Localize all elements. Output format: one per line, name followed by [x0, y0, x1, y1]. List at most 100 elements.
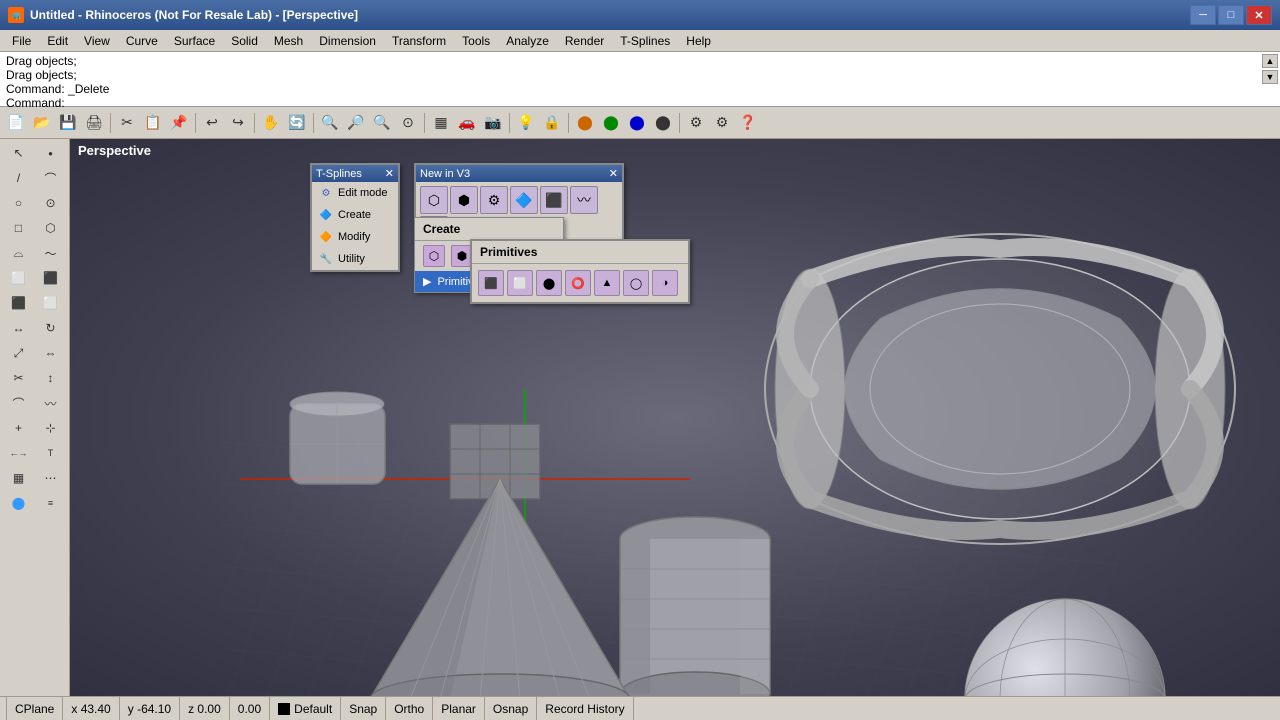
statusbar-snap[interactable]: Snap	[341, 697, 386, 720]
open-button[interactable]: 📂	[30, 111, 54, 135]
settings-button[interactable]: ⚙	[684, 111, 708, 135]
redo-button[interactable]: ↪	[226, 111, 250, 135]
circle3-button[interactable]: ⬤	[625, 111, 649, 135]
prim-icon-box[interactable]: ⬛	[478, 270, 504, 296]
circle-button[interactable]: ○	[4, 191, 34, 215]
newv3-icon-5[interactable]: ⬛	[540, 186, 568, 214]
move-button[interactable]: ↔	[4, 316, 34, 340]
prim-icon-torus[interactable]: ◯	[623, 270, 649, 296]
minimize-button[interactable]: ─	[1190, 5, 1216, 25]
select-button[interactable]: ↖	[4, 141, 34, 165]
circle4-button[interactable]: ⬤	[651, 111, 675, 135]
lock-button[interactable]: 🔒	[540, 111, 564, 135]
menu-file[interactable]: File	[4, 32, 39, 50]
solid-button[interactable]: ⬛	[4, 291, 34, 315]
rotate3d-button[interactable]: ↻	[36, 316, 66, 340]
tsplines-close-button[interactable]: ✕	[385, 167, 394, 180]
tsplines-create-item[interactable]: 🔷 Create	[312, 204, 398, 226]
fillet-button[interactable]: ⌒	[4, 391, 34, 415]
zoom-all-button[interactable]: 🔍	[370, 111, 394, 135]
statusbar-planar[interactable]: Planar	[433, 697, 485, 720]
grid-button[interactable]: ▦	[429, 111, 453, 135]
newv3-icon-6[interactable]: 〰	[570, 186, 598, 214]
grid2-button[interactable]: ▦	[4, 466, 34, 490]
zoom-selected-button[interactable]: 🔎	[344, 111, 368, 135]
prim-icon-halfsphere[interactable]: ◑	[652, 270, 678, 296]
statusbar-ortho[interactable]: Ortho	[386, 697, 433, 720]
menu-tsplines[interactable]: T-Splines	[612, 32, 678, 50]
circle1-button[interactable]: ⬤	[573, 111, 597, 135]
menu-view[interactable]: View	[76, 32, 118, 50]
menu-tools[interactable]: Tools	[454, 32, 498, 50]
menu-mesh[interactable]: Mesh	[266, 32, 311, 50]
help-toolbar-button[interactable]: ❓	[736, 111, 760, 135]
tsplines-editmode-item[interactable]: ⚙ Edit mode	[312, 182, 398, 204]
trim-button[interactable]: ✂	[4, 366, 34, 390]
menu-analyze[interactable]: Analyze	[498, 32, 557, 50]
newv3-icon-4[interactable]: 🔷	[510, 186, 538, 214]
layer2-button[interactable]: ≡	[36, 491, 66, 515]
dim-button[interactable]: ←→	[4, 441, 34, 465]
ellipse-button[interactable]: ⊙	[36, 191, 66, 215]
arc-button[interactable]: ⌓	[4, 241, 34, 265]
menu-solid[interactable]: Solid	[223, 32, 266, 50]
car-button[interactable]: 🚗	[455, 111, 479, 135]
solid2-button[interactable]: ⬜	[36, 291, 66, 315]
menu-help[interactable]: Help	[678, 32, 719, 50]
menu-curve[interactable]: Curve	[118, 32, 166, 50]
save-button[interactable]: 💾	[56, 111, 80, 135]
spline-button[interactable]: 〜	[36, 241, 66, 265]
pan-button[interactable]: ✋	[259, 111, 283, 135]
polygon-button[interactable]: ⬡	[36, 216, 66, 240]
menu-surface[interactable]: Surface	[166, 32, 223, 50]
text-button[interactable]: T	[36, 441, 66, 465]
tsplines-modify-item[interactable]: 🔶 Modify	[312, 226, 398, 248]
tsplines-utility-item[interactable]: 🔧 Utility	[312, 248, 398, 270]
statusbar-cplane[interactable]: CPlane	[6, 697, 63, 720]
mirror-button[interactable]: ⇔	[36, 341, 66, 365]
layer-button[interactable]: ⬤	[4, 491, 34, 515]
scroll-down-button[interactable]: ▼	[1262, 70, 1278, 84]
polyline-button[interactable]: ⌒	[36, 166, 66, 190]
maximize-button[interactable]: □	[1218, 5, 1244, 25]
prim-icon-cylinder[interactable]: ⭕	[565, 270, 591, 296]
snap2-button[interactable]: ⋯	[36, 466, 66, 490]
light-button[interactable]: 💡	[514, 111, 538, 135]
statusbar-osnap[interactable]: Osnap	[485, 697, 537, 720]
close-button[interactable]: ✕	[1246, 5, 1272, 25]
scale-button[interactable]: ⤢	[4, 341, 34, 365]
newv3-icon-1[interactable]: ⬡	[420, 186, 448, 214]
prim-icon-sphere[interactable]: ⬤	[536, 270, 562, 296]
newv3-close-button[interactable]: ✕	[609, 167, 618, 180]
settings2-button[interactable]: ⚙	[710, 111, 734, 135]
menu-transform[interactable]: Transform	[384, 32, 454, 50]
viewport-perspective[interactable]: y x z Perspective T-Splines ✕ ⚙ Edit mod…	[70, 139, 1280, 696]
create-row-icon1[interactable]: ⬡	[423, 245, 445, 267]
surface2-button[interactable]: ⬛	[36, 266, 66, 290]
blend-button[interactable]: 〰	[36, 391, 66, 415]
paste-button[interactable]: 📌	[167, 111, 191, 135]
point-button[interactable]: +	[4, 416, 34, 440]
camera-button[interactable]: 📷	[481, 111, 505, 135]
menu-render[interactable]: Render	[557, 32, 612, 50]
cut-button[interactable]: ✂	[115, 111, 139, 135]
zoom-window-button[interactable]: 🔍	[318, 111, 342, 135]
rotate-button[interactable]: 🔄	[285, 111, 309, 135]
scroll-up-button[interactable]: ▲	[1262, 54, 1278, 68]
prim-icon-box2[interactable]: ⬜	[507, 270, 533, 296]
line-button[interactable]: /	[4, 166, 34, 190]
zoom-extent-button[interactable]: ⊙	[396, 111, 420, 135]
statusbar-record-history[interactable]: Record History	[537, 697, 633, 720]
prim-icon-cone[interactable]: ▲	[594, 270, 620, 296]
print-button[interactable]: 🖨	[82, 111, 106, 135]
point2-button[interactable]: ⊹	[36, 416, 66, 440]
menu-edit[interactable]: Edit	[39, 32, 76, 50]
undo-button[interactable]: ↩	[200, 111, 224, 135]
extend-button[interactable]: ↕	[36, 366, 66, 390]
rectangle-button[interactable]: □	[4, 216, 34, 240]
circle2-button[interactable]: ⬤	[599, 111, 623, 135]
surface-button[interactable]: ⬜	[4, 266, 34, 290]
menu-dimension[interactable]: Dimension	[311, 32, 384, 50]
copy-button[interactable]: 📋	[141, 111, 165, 135]
new-button[interactable]: 📄	[4, 111, 28, 135]
